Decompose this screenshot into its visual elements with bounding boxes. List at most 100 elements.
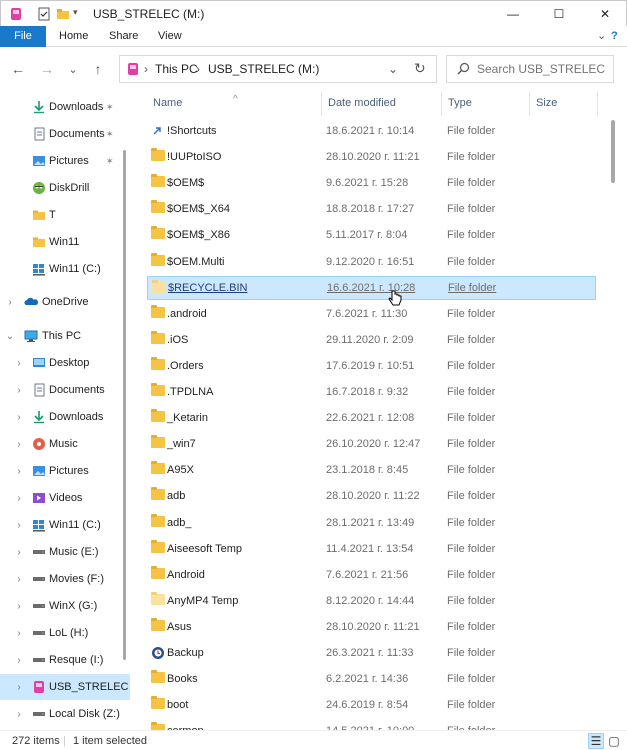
expand-chevron-icon[interactable]: › — [14, 412, 24, 423]
file-row[interactable]: $OEM$_X86 5.11.2017 г. 8:04 File folder — [147, 223, 596, 247]
file-row[interactable]: Backup 26.3.2021 г. 11:33 File folder — [147, 641, 596, 665]
column-header-size[interactable]: Size — [530, 91, 598, 116]
navigation-pane[interactable]: Downloads ✶ Documents ✶ Pictures ✶ DiskDrill T W… — [0, 91, 130, 730]
sidebar-item-movies-f[interactable]: › Movies (F:) — [0, 566, 130, 592]
breadcrumb-this-pc[interactable]: This PC — [155, 62, 198, 76]
tab-home[interactable]: Home — [48, 26, 99, 47]
properties-icon[interactable] — [37, 7, 51, 21]
sidebar-item-videos[interactable]: › Videos — [0, 485, 130, 511]
file-row[interactable]: .TPDLNA 16.7.2018 г. 9:32 File folder — [147, 380, 596, 404]
tab-file[interactable]: File — [0, 26, 46, 47]
sidebar-item-pictures[interactable]: Pictures ✶ — [0, 148, 130, 174]
file-row[interactable]: _win7 26.10.2020 г. 12:47 File folder — [147, 432, 596, 456]
expand-chevron-icon[interactable]: › — [14, 628, 24, 639]
tab-share[interactable]: Share — [98, 26, 149, 47]
address-bar[interactable]: › This PC › USB_STRELEC (M:) ⌄ ↻ — [119, 55, 437, 83]
file-row[interactable]: $OEM.Multi 9.12.2020 г. 16:51 File folder — [147, 250, 596, 274]
back-button[interactable]: ← — [8, 59, 28, 79]
expand-chevron-icon[interactable]: › — [14, 655, 24, 666]
expand-chevron-icon[interactable]: › — [14, 358, 24, 369]
sidebar-item-resque-i[interactable]: › Resque (I:) — [0, 647, 130, 673]
status-bar: 272 items | 1 item selected ☰ ▢ — [0, 730, 627, 750]
file-row[interactable]: Asus 28.10.2020 г. 11:21 File folder — [147, 615, 596, 639]
sidebar-item-t[interactable]: T — [0, 202, 130, 228]
file-row[interactable]: cermon14.5.2021 г. 10:00File folder — [147, 719, 596, 730]
sidebar-item-win11-c[interactable]: Win11 (C:) — [0, 256, 130, 282]
sidebar-item-music-e[interactable]: › Music (E:) — [0, 539, 130, 565]
details-view-icon[interactable]: ☰ — [588, 733, 604, 749]
search-box[interactable] — [446, 55, 614, 83]
file-row[interactable]: boot 24.6.2019 г. 8:54 File folder — [147, 693, 596, 717]
expand-chevron-icon[interactable]: › — [5, 297, 15, 308]
maximize-button[interactable]: ☐ — [536, 1, 582, 27]
file-row[interactable]: $OEM$ 9.6.2021 г. 15:28 File folder — [147, 171, 596, 195]
file-row[interactable]: Books 6.2.2021 г. 14:36 File folder — [147, 667, 596, 691]
file-row[interactable]: .Orders 17.6.2019 г. 10:51 File folder — [147, 354, 596, 378]
file-row[interactable]: .android 7.6.2021 г. 11:30 File folder — [147, 302, 596, 326]
sidebar-item-usb-strelec-m[interactable]: › USB_STRELEC (M — [0, 674, 130, 700]
column-header-name[interactable]: Name ^ — [147, 91, 322, 116]
expand-chevron-icon[interactable]: › — [14, 439, 24, 450]
quick-access-dropdown-icon[interactable]: ▾ — [73, 7, 87, 21]
expand-chevron-icon[interactable]: › — [14, 493, 24, 504]
sidebar-item-downloads[interactable]: Downloads ✶ — [0, 94, 130, 120]
file-name: !UUPtoISO — [167, 151, 222, 164]
up-button[interactable]: ↑ — [88, 59, 108, 79]
sidebar-item-win11[interactable]: Win11 — [0, 229, 130, 255]
sidebar-item-pictures[interactable]: › Pictures — [0, 458, 130, 484]
expand-chevron-icon[interactable]: › — [14, 520, 24, 531]
search-input[interactable] — [477, 61, 609, 77]
file-date-modified: 9.12.2020 г. 16:51 — [326, 255, 415, 268]
file-row[interactable]: A95X 23.1.2018 г. 8:45 File folder — [147, 458, 596, 482]
column-header-date[interactable]: Date modified — [322, 91, 442, 116]
sidebar-item-win11-c[interactable]: › Win11 (C:) — [0, 512, 130, 538]
expand-chevron-icon[interactable]: › — [14, 547, 24, 558]
breadcrumb-usb-strelec[interactable]: USB_STRELEC (M:) — [208, 62, 319, 76]
sidebar-item-music[interactable]: › Music — [0, 431, 130, 457]
recent-locations-button[interactable]: ⌄ — [63, 59, 83, 79]
navigation-pane-scrollbar[interactable] — [123, 150, 126, 660]
column-header-type[interactable]: Type — [442, 91, 530, 116]
forward-button[interactable]: → — [37, 59, 57, 79]
sidebar-item-diskdrill[interactable]: DiskDrill — [0, 175, 130, 201]
file-row[interactable]: $OEM$_X64 18.8.2018 г. 17:27 File folder — [147, 197, 596, 221]
ribbon-tabs: File Home Share View ⌄ ? — [0, 26, 627, 47]
address-dropdown-icon[interactable]: ⌄ — [388, 62, 398, 76]
minimize-button[interactable]: — — [490, 1, 536, 27]
file-name: $OEM$ — [167, 177, 205, 190]
large-icons-view-icon[interactable]: ▢ — [606, 733, 622, 749]
sidebar-item-lol-h[interactable]: › LoL (H:) — [0, 620, 130, 646]
file-row[interactable]: adb 28.10.2020 г. 11:22 File folder — [147, 484, 596, 508]
sidebar-item-desktop[interactable]: › Desktop — [0, 350, 130, 376]
file-row[interactable]: _Ketarin 22.6.2021 г. 12:08 File folder — [147, 406, 596, 430]
expand-chevron-icon[interactable]: › — [14, 709, 24, 720]
sidebar-item-this-pc[interactable]: ⌄ This PC — [0, 323, 130, 349]
file-row[interactable]: !UUPtoISO 28.10.2020 г. 11:21 File folder — [147, 145, 596, 169]
tab-view[interactable]: View — [147, 26, 193, 47]
expand-chevron-icon[interactable]: › — [14, 601, 24, 612]
expand-chevron-icon[interactable]: › — [14, 466, 24, 477]
help-icon[interactable]: ? — [600, 26, 627, 47]
sidebar-item-onedrive[interactable]: › OneDrive — [0, 289, 130, 315]
file-row[interactable]: Aiseesoft Temp 11.4.2021 г. 13:54 File fol… — [147, 537, 596, 561]
file-list-scrollbar[interactable] — [611, 120, 615, 183]
file-row[interactable]: .iOS 29.11.2020 г. 2:09 File folder — [147, 328, 596, 352]
sidebar-item-winx-g[interactable]: › WinX (G:) — [0, 593, 130, 619]
refresh-icon[interactable]: ↻ — [414, 60, 426, 77]
sidebar-item-documents[interactable]: Documents ✶ — [0, 121, 130, 147]
expand-chevron-icon[interactable]: › — [14, 574, 24, 585]
file-row[interactable]: Android 7.6.2021 г. 21:56 File folder — [147, 563, 596, 587]
new-folder-icon[interactable] — [56, 7, 70, 21]
sidebar-item-local-disk-z[interactable]: › Local Disk (Z:) — [0, 701, 130, 727]
expand-chevron-icon[interactable]: › — [14, 385, 24, 396]
close-button[interactable]: ✕ — [582, 1, 627, 27]
expand-chevron-icon[interactable]: › — [14, 682, 24, 693]
file-row[interactable]: !Shortcuts 18.6.2021 г. 10:14 File folder — [147, 119, 596, 143]
file-list[interactable]: !Shortcuts 18.6.2021 г. 10:14 File folder!… — [147, 117, 597, 730]
sidebar-item-downloads[interactable]: › Downloads — [0, 404, 130, 430]
file-row[interactable]: $RECYCLE.BIN 16.6.2021 г. 10:28 File folde… — [147, 275, 596, 300]
file-row[interactable]: AnyMP4 Temp 8.12.2020 г. 14:44 File folder — [147, 589, 596, 613]
sidebar-item-documents[interactable]: › Documents — [0, 377, 130, 403]
expand-chevron-icon[interactable]: ⌄ — [5, 331, 15, 342]
file-row[interactable]: adb_ 28.1.2021 г. 13:49 File folder — [147, 511, 596, 535]
